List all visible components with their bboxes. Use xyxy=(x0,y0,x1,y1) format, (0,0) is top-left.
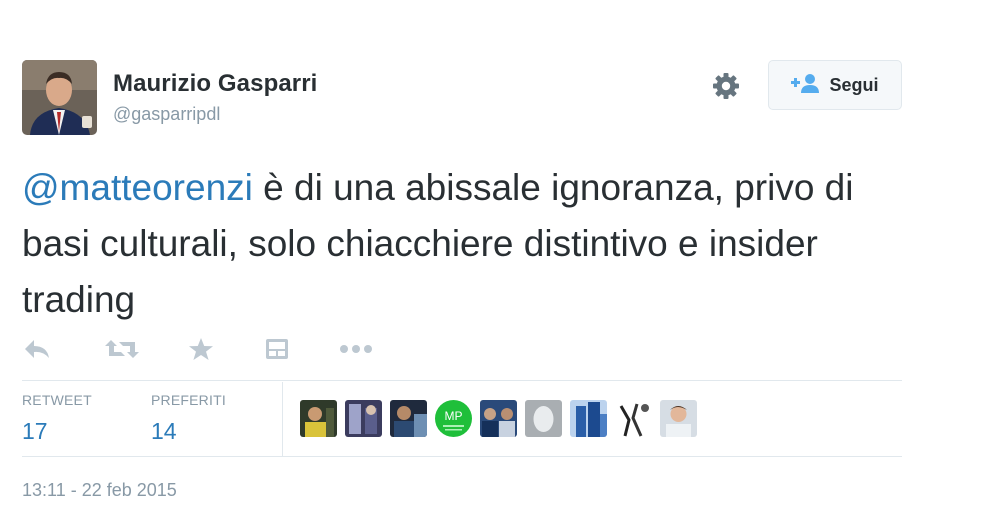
gear-icon[interactable] xyxy=(710,70,742,102)
favoriter-avatar[interactable] xyxy=(480,400,517,437)
favorites-count: 14 xyxy=(151,418,177,444)
follow-button-label: Segui xyxy=(829,74,879,95)
favorites-label: PREFERITI xyxy=(151,392,226,408)
mp-avatar-text: MP xyxy=(445,409,463,423)
tweet-text: @matteorenzi è di una abissale ignoranza… xyxy=(22,160,922,328)
stats-separator xyxy=(282,382,283,456)
reply-icon[interactable] xyxy=(22,335,52,363)
favoriter-avatar[interactable]: MP xyxy=(435,400,472,437)
profile-avatar[interactable] xyxy=(22,60,97,135)
user-handle[interactable]: @gasparripdl xyxy=(113,104,220,125)
retweet-stat[interactable]: RETWEET 17 xyxy=(22,392,92,445)
mention-link[interactable]: @matteorenzi xyxy=(22,167,253,208)
follow-user-icon xyxy=(791,73,821,98)
tweet-actions xyxy=(22,334,374,364)
retweet-icon[interactable] xyxy=(104,335,140,363)
stats-top-divider xyxy=(22,380,902,381)
favoriter-avatar[interactable] xyxy=(300,400,337,437)
favoriter-avatar[interactable] xyxy=(570,400,607,437)
favoriter-avatar[interactable] xyxy=(615,400,652,437)
favoriter-avatar[interactable] xyxy=(390,400,427,437)
more-icon[interactable] xyxy=(338,335,374,363)
favorite-icon[interactable] xyxy=(186,335,216,363)
tweet-timestamp[interactable]: 13:11 - 22 feb 2015 xyxy=(22,480,177,501)
profile-avatar-image xyxy=(22,60,97,135)
display-name[interactable]: Maurizio Gasparri xyxy=(113,70,317,98)
favoriter-avatar[interactable] xyxy=(660,400,697,437)
stats-bottom-divider xyxy=(22,456,902,457)
retweet-label: RETWEET xyxy=(22,392,92,408)
favoriter-avatar[interactable] xyxy=(525,400,562,437)
favoriters-avatars: MP xyxy=(300,400,697,437)
follow-button[interactable]: Segui xyxy=(768,60,902,110)
card-icon[interactable] xyxy=(262,335,292,363)
retweet-count: 17 xyxy=(22,418,48,444)
favoriter-avatar[interactable] xyxy=(345,400,382,437)
favorites-stat[interactable]: PREFERITI 14 xyxy=(151,392,226,445)
